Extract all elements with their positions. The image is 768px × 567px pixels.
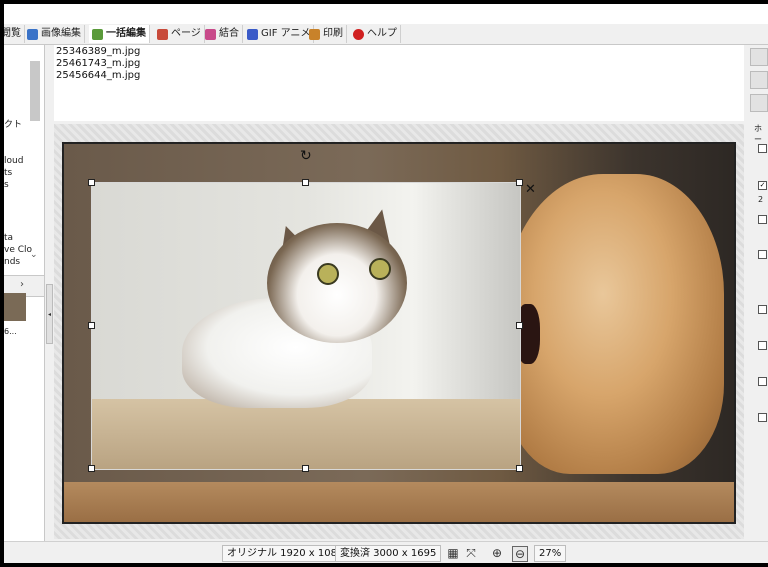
image-edit-icon: [27, 28, 38, 40]
tab-image-edit[interactable]: 画像編集: [24, 25, 85, 43]
tab-help[interactable]: ヘルプ: [350, 25, 401, 43]
folder-item[interactable]: ta: [4, 233, 13, 243]
tab-batch-edit[interactable]: 一括編集: [89, 25, 150, 43]
original-size-readout: オリジナル 1920 x 1080: [222, 545, 349, 562]
option-checkbox-checked[interactable]: ✓: [758, 181, 767, 190]
page-icon: [157, 28, 168, 40]
settings-button[interactable]: [750, 71, 768, 89]
cat-eye: [317, 263, 339, 285]
gif-animation-icon: [247, 28, 258, 40]
converted-size-readout: 変換済 3000 x 1695: [335, 545, 442, 562]
file-list-item[interactable]: 25456644_m.jpg: [56, 70, 140, 81]
tab-bar: 閲覧 画像編集 一括編集 ページ 結合 GIF アニメ 印刷 ヘルプ: [4, 24, 768, 45]
cat-head: [267, 223, 407, 343]
resize-handle-right[interactable]: [516, 322, 523, 329]
option-checkbox[interactable]: [758, 144, 767, 153]
tab-print-label: 印刷: [323, 28, 343, 39]
folder-scrollbar[interactable]: [30, 61, 40, 121]
print-icon: [309, 28, 320, 40]
tab-batch-edit-label: 一括編集: [106, 28, 146, 39]
option-value: 2: [758, 195, 764, 204]
option-checkbox[interactable]: [758, 305, 767, 314]
tab-gif-animation-label: GIF アニメ: [261, 28, 311, 39]
folder-item[interactable]: s: [4, 180, 9, 190]
tab-browse[interactable]: 閲覧: [4, 25, 25, 43]
file-list: 25346389_m.jpg 25461743_m.jpg 25456644_m…: [54, 45, 744, 121]
folder-item[interactable]: クト: [4, 117, 22, 130]
transparency-grid-icon[interactable]: ▦: [446, 546, 460, 560]
rotate-handle-icon[interactable]: ↻: [300, 148, 312, 164]
folder-item[interactable]: nds: [4, 257, 20, 267]
resize-handle-top-left[interactable]: [88, 179, 95, 186]
thumbnail-label: 6...: [4, 327, 17, 336]
overlay-image-cat[interactable]: [91, 182, 521, 470]
tab-help-label: ヘルプ: [367, 28, 397, 39]
option-checkbox[interactable]: [758, 341, 767, 350]
cat-eye: [369, 258, 391, 280]
app-window: 閲覧 画像編集 一括編集 ページ 結合 GIF アニメ 印刷 ヘルプ クト lo…: [4, 4, 768, 563]
close-overlay-icon[interactable]: ✕: [525, 182, 536, 197]
panel-collapse-handle[interactable]: ◂: [46, 284, 53, 344]
resize-handle-bottom-right[interactable]: [516, 465, 523, 472]
tab-combine-label: 結合: [219, 28, 239, 39]
option-checkbox[interactable]: [758, 250, 767, 259]
combine-icon: [205, 28, 216, 40]
tab-page-label: ページ: [171, 28, 201, 39]
thumbnail-image[interactable]: [4, 293, 26, 321]
folder-item[interactable]: loud: [4, 156, 23, 166]
zoom-actual-icon[interactable]: ⊕: [490, 546, 504, 560]
option-checkbox[interactable]: [758, 413, 767, 422]
resize-handle-top[interactable]: [302, 179, 309, 186]
tab-print[interactable]: 印刷: [306, 25, 347, 43]
photo-floor: [64, 482, 734, 522]
fit-screen-icon[interactable]: ⤧: [464, 546, 478, 560]
folder-item[interactable]: ve Clo: [4, 245, 32, 255]
folder-panel: クト loud ts s ta ve Clo nds ⌄ › 6...: [4, 45, 45, 545]
resize-handle-top-right[interactable]: [516, 179, 523, 186]
tab-browse-label: 閲覧: [4, 28, 21, 39]
chevron-right-icon[interactable]: ›: [20, 279, 24, 290]
settings-button[interactable]: [750, 94, 768, 112]
settings-button[interactable]: [750, 48, 768, 66]
folder-item[interactable]: ts: [4, 168, 12, 178]
chevron-down-icon[interactable]: ⌄: [30, 250, 38, 260]
zoom-fit-icon[interactable]: ⊖: [512, 546, 528, 562]
batch-edit-icon: [92, 28, 103, 40]
cat-photo-floor: [92, 399, 520, 469]
file-list-item[interactable]: 25461743_m.jpg: [56, 58, 140, 69]
resize-handle-bottom-left[interactable]: [88, 465, 95, 472]
tab-image-edit-label: 画像編集: [41, 28, 81, 39]
zoom-level: 27%: [534, 545, 567, 562]
resize-handle-bottom[interactable]: [302, 465, 309, 472]
tab-gif-animation[interactable]: GIF アニメ: [244, 25, 315, 43]
settings-header: ホー: [754, 124, 762, 144]
option-checkbox[interactable]: [758, 377, 767, 386]
resize-handle-left[interactable]: [88, 322, 95, 329]
title-bar: [4, 4, 768, 24]
settings-panel: ホー ✓ 2: [748, 45, 768, 545]
status-bar: オリジナル 1920 x 1080 変換済 3000 x 1695 ▦ ⤧ ⊕ …: [4, 541, 768, 563]
tab-combine[interactable]: 結合: [202, 25, 243, 43]
help-icon: [353, 28, 364, 40]
option-checkbox[interactable]: [758, 215, 767, 224]
screen-frame: 閲覧 画像編集 一括編集 ページ 結合 GIF アニメ 印刷 ヘルプ クト lo…: [0, 0, 768, 567]
file-list-item[interactable]: 25346389_m.jpg: [56, 46, 140, 57]
tab-page[interactable]: ページ: [154, 25, 205, 43]
